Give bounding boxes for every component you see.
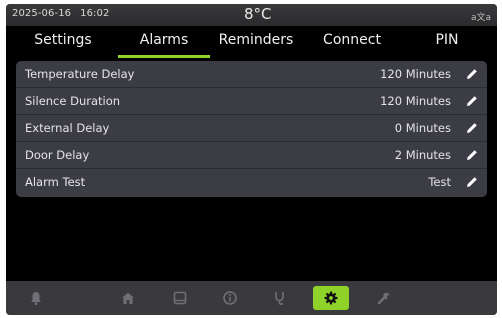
setting-value: 0 Minutes bbox=[394, 121, 451, 135]
setting-row-external-delay[interactable]: External Delay 0 Minutes bbox=[16, 115, 487, 142]
status-date: 2025-06-16 bbox=[12, 8, 72, 19]
nav-home[interactable] bbox=[110, 286, 146, 310]
nav-log[interactable] bbox=[162, 286, 198, 310]
bottom-nav bbox=[6, 281, 497, 315]
alarm-settings-list: Temperature Delay 120 Minutes Silence Du… bbox=[16, 61, 487, 197]
wrench-icon bbox=[377, 292, 390, 305]
setting-row-door-delay[interactable]: Door Delay 2 Minutes bbox=[16, 142, 487, 169]
bell-icon bbox=[31, 292, 41, 305]
tab-reminders[interactable]: Reminders bbox=[210, 32, 302, 58]
tab-pin[interactable]: PIN bbox=[422, 32, 472, 58]
setting-label: Alarm Test bbox=[25, 175, 86, 189]
tab-connect[interactable]: Connect bbox=[312, 32, 392, 58]
nav-alarms[interactable] bbox=[18, 286, 54, 310]
edit-icon[interactable] bbox=[466, 176, 478, 188]
nav-settings[interactable] bbox=[313, 286, 349, 310]
nav-info[interactable] bbox=[212, 286, 248, 310]
setting-row-alarm-test[interactable]: Alarm Test Test bbox=[16, 169, 487, 196]
log-icon bbox=[173, 291, 187, 305]
setting-value: 2 Minutes bbox=[394, 148, 451, 162]
setting-label: Temperature Delay bbox=[25, 67, 135, 81]
gear-icon bbox=[324, 291, 338, 305]
setting-value: Test bbox=[428, 175, 451, 189]
setting-value: 120 Minutes bbox=[380, 67, 451, 81]
setting-row-temperature-delay[interactable]: Temperature Delay 120 Minutes bbox=[16, 61, 487, 88]
edit-icon[interactable] bbox=[466, 122, 478, 134]
setting-label: Door Delay bbox=[25, 148, 90, 162]
temperature-readout: 8°C bbox=[244, 5, 272, 23]
stethoscope-icon bbox=[275, 292, 284, 305]
status-bar: 2025-06-16 16:02 8°C a文a bbox=[6, 4, 497, 26]
device-screen: 2025-06-16 16:02 8°C a文a Settings Alarms … bbox=[6, 4, 497, 315]
edit-icon[interactable] bbox=[466, 95, 478, 107]
nav-tools[interactable] bbox=[366, 286, 402, 310]
tab-settings[interactable]: Settings bbox=[26, 32, 100, 58]
home-icon bbox=[122, 292, 134, 304]
setting-value: 120 Minutes bbox=[380, 94, 451, 108]
info-icon bbox=[223, 291, 237, 305]
setting-row-silence-duration[interactable]: Silence Duration 120 Minutes bbox=[16, 88, 487, 115]
edit-icon[interactable] bbox=[466, 149, 478, 161]
tab-bar: Settings Alarms Reminders Connect PIN bbox=[6, 30, 497, 58]
edit-icon[interactable] bbox=[466, 68, 478, 80]
status-time: 16:02 bbox=[80, 8, 110, 19]
nav-service[interactable] bbox=[262, 286, 298, 310]
tab-alarms[interactable]: Alarms bbox=[118, 32, 210, 58]
status-datetime: 2025-06-16 16:02 bbox=[12, 8, 109, 19]
setting-label: External Delay bbox=[25, 121, 110, 135]
language-icon[interactable]: a文a bbox=[471, 10, 491, 23]
setting-label: Silence Duration bbox=[25, 94, 121, 108]
